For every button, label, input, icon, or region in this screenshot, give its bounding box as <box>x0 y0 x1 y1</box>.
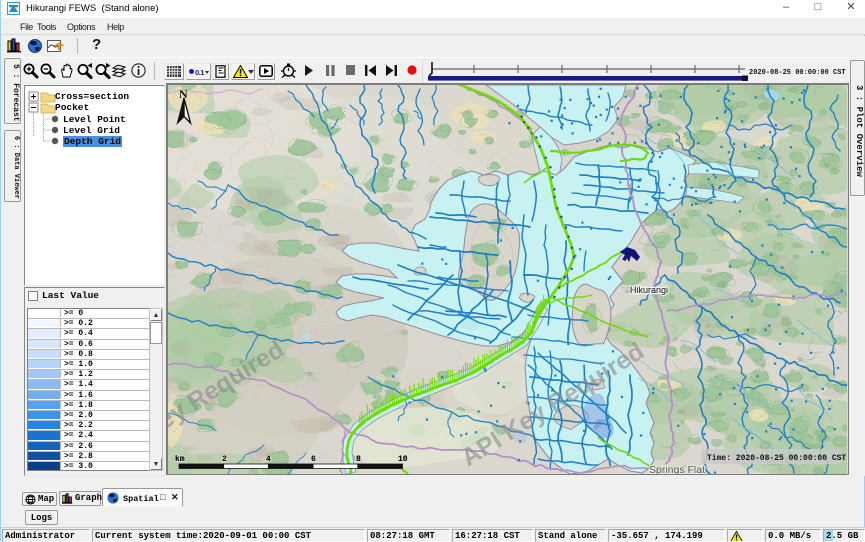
svg-text:Springs Flat: Springs Flat <box>649 464 705 474</box>
svg-text:6: 6 <box>311 455 316 464</box>
svg-text:Hikurangi: Hikurangi <box>630 285 668 295</box>
svg-text:SH 1: SH 1 <box>626 182 636 199</box>
svg-text:4: 4 <box>266 455 271 464</box>
svg-text:10: 10 <box>398 455 408 464</box>
svg-text:km: km <box>175 455 185 464</box>
svg-text:8: 8 <box>356 455 361 464</box>
svg-text:2: 2 <box>222 455 227 464</box>
svg-text:Time: 2020-08-25 00:00:00 CST: Time: 2020-08-25 00:00:00 CST <box>707 454 846 463</box>
